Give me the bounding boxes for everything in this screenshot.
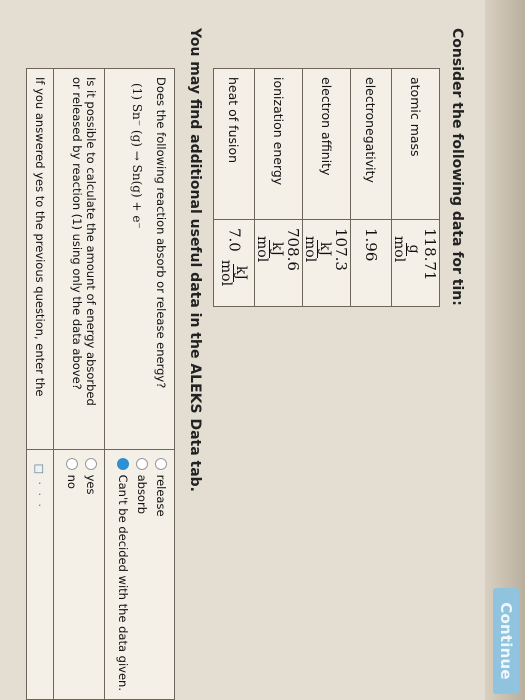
question-2-text-line1: Is it possible to calculate the amount o… <box>84 77 98 406</box>
data-row: electron affinity 107.3 kJ mol <box>302 68 351 307</box>
question-1-text: Does the following reaction absorb or re… <box>154 77 168 389</box>
unit-denominator: mol <box>218 259 235 287</box>
property-value: 1.96 <box>362 228 380 262</box>
question-row-1: Does the following reaction absorb or re… <box>104 68 175 700</box>
property-value: 708.6 <box>284 228 302 271</box>
property-value: 107.3 <box>332 228 350 271</box>
unit-numerator: g <box>406 242 422 256</box>
reaction-equation: (1) Sn⁻ (g) → Sn(g) + e⁻ <box>130 83 144 229</box>
data-row: atomic mass 118.71 g mol <box>391 68 440 307</box>
tin-data-table: atomic mass 118.71 g mol electronegativity 1.… <box>213 68 440 307</box>
property-label: ionization energy <box>254 68 303 220</box>
unit-denominator: mol <box>254 236 270 263</box>
radio-release[interactable] <box>155 457 167 470</box>
continue-button[interactable]: Continue <box>493 588 519 694</box>
option-no[interactable]: no <box>65 457 79 691</box>
bottom-toolbar: Continue <box>485 0 525 700</box>
question-row-2: Is it possible to calculate the amount o… <box>53 68 105 700</box>
data-row: electronegativity 1.96 <box>350 68 392 307</box>
radio-cant-decide[interactable] <box>117 457 129 470</box>
property-value: 118.71 <box>421 228 439 281</box>
property-label: electron affinity <box>302 68 351 220</box>
question-table: Does the following reaction absorb or re… <box>26 68 175 700</box>
property-label: electronegativity <box>350 68 392 220</box>
unit-fraction: kJ mol <box>254 234 285 264</box>
option-yes[interactable]: yes <box>84 457 98 691</box>
unit-denominator: mol <box>391 236 407 263</box>
unit-numerator: kJ <box>269 240 285 259</box>
unit-fraction: kJ mol <box>302 234 333 264</box>
option-cant-decide[interactable]: Can't be decided with the data given. <box>116 457 130 691</box>
question-2-text-line2: or released by reaction (1) using only t… <box>70 77 84 390</box>
radio-no[interactable] <box>66 457 78 470</box>
question-3-text: If you answered yes to the previous ques… <box>33 77 47 397</box>
unit-numerator: kJ <box>233 263 250 282</box>
question-row-3: If you answered yes to the previous ques… <box>26 68 54 700</box>
property-label: atomic mass <box>391 68 440 220</box>
unit-fraction: kJ mol <box>218 258 250 288</box>
unit-numerator: kJ <box>317 240 333 259</box>
data-tab-hint: You may find additional useful data in t… <box>187 28 203 493</box>
radio-yes[interactable] <box>85 457 97 470</box>
property-value: 7.0 <box>226 228 244 252</box>
data-row: heat of fusion 7.0 kJ mol <box>213 68 255 307</box>
rotated-screen: Continue Consider the following data for… <box>0 0 525 700</box>
answer-tools-icon[interactable]: □ · · · <box>33 464 46 509</box>
unit-fraction: g mol <box>391 234 422 264</box>
problem-intro: Consider the following data for tin: <box>449 28 465 306</box>
unit-denominator: mol <box>302 236 318 263</box>
property-label: heat of fusion <box>213 68 255 220</box>
aleks-page: Continue Consider the following data for… <box>0 0 525 700</box>
option-absorb[interactable]: absorb <box>135 457 149 691</box>
option-release[interactable]: release <box>154 457 168 691</box>
data-row: ionization energy 708.6 kJ mol <box>254 68 303 307</box>
radio-absorb[interactable] <box>136 457 148 470</box>
